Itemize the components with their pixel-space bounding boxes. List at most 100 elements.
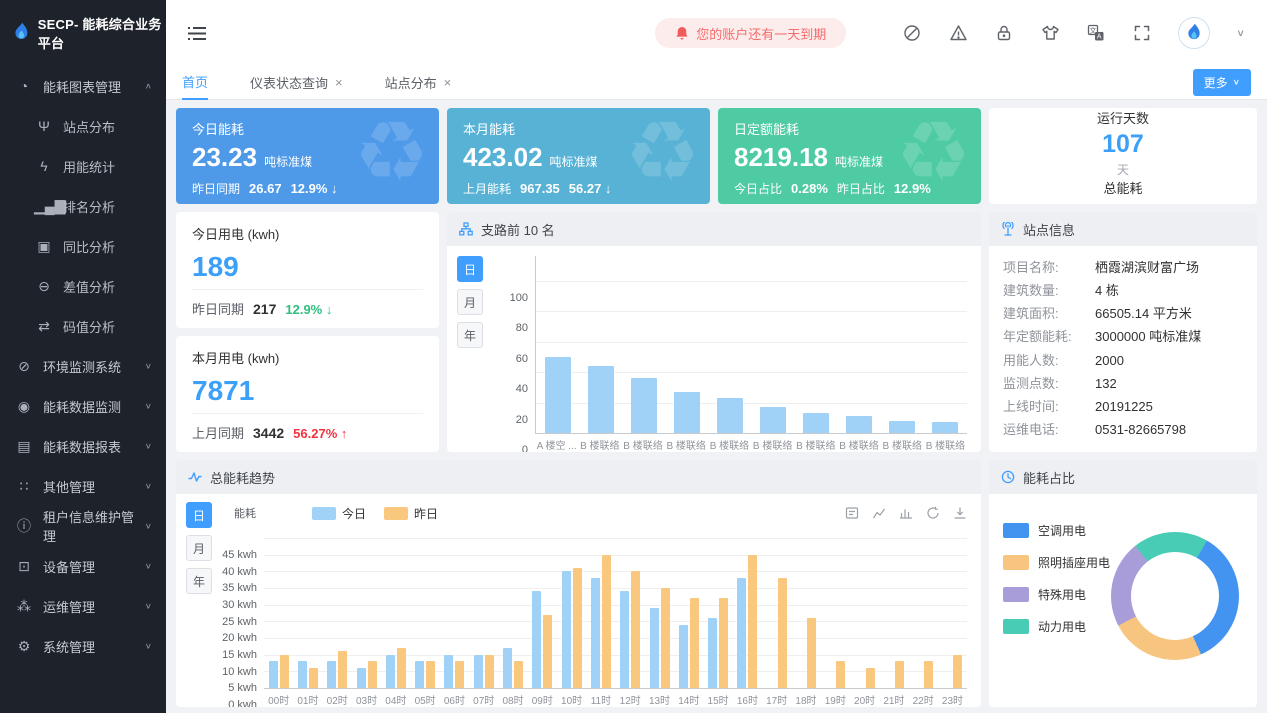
trend-bar-今日[interactable] xyxy=(444,655,453,688)
trend-bar-今日[interactable] xyxy=(474,655,483,688)
trend-bar-今日[interactable] xyxy=(269,661,278,688)
trend-bar-昨日[interactable] xyxy=(866,668,875,688)
branch-bar[interactable] xyxy=(674,392,700,433)
fullscreen-icon[interactable] xyxy=(1132,23,1152,43)
toggle-月[interactable]: 月 xyxy=(186,535,212,561)
branch-bar[interactable] xyxy=(803,413,829,433)
legend-item-今日[interactable]: 今日 xyxy=(312,505,366,522)
trend-bar-今日[interactable] xyxy=(415,661,424,688)
branch-bar[interactable] xyxy=(760,407,786,433)
tab-1[interactable]: 仪表状态查询× xyxy=(250,66,343,100)
trend-bar-昨日[interactable] xyxy=(690,598,699,688)
trend-bar-今日[interactable] xyxy=(327,661,336,688)
toggle-月[interactable]: 月 xyxy=(457,289,483,315)
account-expiry-alert[interactable]: 您的账户还有一天到期 xyxy=(655,18,846,48)
trend-bar-今日[interactable] xyxy=(532,591,541,688)
trend-bar-昨日[interactable] xyxy=(514,661,523,688)
sidebar-item-1[interactable]: ⊘环境监测系统∨ xyxy=(0,346,166,386)
trend-bar-昨日[interactable] xyxy=(543,615,552,688)
trend-bar-昨日[interactable] xyxy=(426,661,435,688)
branch-bar[interactable] xyxy=(588,366,614,433)
user-avatar[interactable] xyxy=(1178,17,1210,49)
trend-bar-今日[interactable] xyxy=(737,578,746,688)
legend-item-昨日[interactable]: 昨日 xyxy=(384,505,438,522)
language-icon[interactable]: A 文 xyxy=(1086,23,1106,43)
branch-bar[interactable] xyxy=(932,422,958,433)
donut-legend-item-空调用电[interactable]: 空调用电 xyxy=(1003,522,1110,539)
sidebar-subitem-码值分析[interactable]: ⇄码值分析 xyxy=(0,306,166,346)
trend-bar-今日[interactable] xyxy=(503,648,512,688)
data-view-icon[interactable] xyxy=(845,506,859,520)
tab-close-icon[interactable]: × xyxy=(444,75,452,90)
collapse-menu-icon[interactable] xyxy=(188,26,206,41)
energy-share-donut[interactable] xyxy=(1111,532,1239,660)
branch-bar[interactable] xyxy=(717,398,743,433)
trend-bar-昨日[interactable] xyxy=(455,661,464,688)
trend-bar-昨日[interactable] xyxy=(807,618,816,688)
trend-bar-今日[interactable] xyxy=(708,618,717,688)
theme-icon[interactable] xyxy=(902,23,922,43)
sidebar-item-7[interactable]: ⁂运维管理∨ xyxy=(0,586,166,626)
sidebar-subitem-用能统计[interactable]: ϟ用能统计 xyxy=(0,146,166,186)
sidebar-item-8[interactable]: ⚙系统管理∨ xyxy=(0,626,166,666)
branch-bar[interactable] xyxy=(889,421,915,433)
bar-chart-icon[interactable] xyxy=(899,506,913,520)
warning-icon[interactable] xyxy=(948,23,968,43)
trend-bar-今日[interactable] xyxy=(386,655,395,688)
toggle-日[interactable]: 日 xyxy=(186,502,212,528)
trend-bar-今日[interactable] xyxy=(591,578,600,688)
trend-bar-今日[interactable] xyxy=(298,661,307,688)
sidebar-item-0[interactable]: ◔能耗图表管理∧ xyxy=(0,66,166,106)
donut-legend-item-照明插座用电[interactable]: 照明插座用电 xyxy=(1003,554,1110,571)
trend-bar-今日[interactable] xyxy=(357,668,366,688)
sidebar-subitem-站点分布[interactable]: Ψ站点分布 xyxy=(0,106,166,146)
trend-bar-昨日[interactable] xyxy=(719,598,728,688)
trend-bar-昨日[interactable] xyxy=(953,655,962,688)
trend-bar-昨日[interactable] xyxy=(836,661,845,688)
more-button[interactable]: 更多 ∨ xyxy=(1193,69,1251,96)
trend-bar-昨日[interactable] xyxy=(485,655,494,688)
trend-bar-昨日[interactable] xyxy=(924,661,933,688)
trend-bar-昨日[interactable] xyxy=(631,571,640,688)
trend-bar-昨日[interactable] xyxy=(661,588,670,688)
trend-bar-昨日[interactable] xyxy=(573,568,582,688)
toggle-年[interactable]: 年 xyxy=(457,322,483,348)
trend-bar-昨日[interactable] xyxy=(602,555,611,688)
trend-bar-昨日[interactable] xyxy=(748,555,757,688)
trend-bar-今日[interactable] xyxy=(679,625,688,688)
sidebar-subitem-同比分析[interactable]: ▣同比分析 xyxy=(0,226,166,266)
sidebar-item-4[interactable]: ∷其他管理∨ xyxy=(0,466,166,506)
skin-icon[interactable] xyxy=(1040,23,1060,43)
trend-bar-昨日[interactable] xyxy=(895,661,904,688)
lock-icon[interactable] xyxy=(994,23,1014,43)
branch-bar[interactable] xyxy=(631,378,657,433)
user-menu-caret-icon[interactable]: ∨ xyxy=(1236,27,1245,38)
sidebar-item-6[interactable]: ⊡设备管理∨ xyxy=(0,546,166,586)
trend-bar-昨日[interactable] xyxy=(368,661,377,688)
trend-bar-昨日[interactable] xyxy=(338,651,347,688)
trend-bar-昨日[interactable] xyxy=(280,655,289,688)
tab-0[interactable]: 首页 xyxy=(182,66,208,100)
toggle-日[interactable]: 日 xyxy=(457,256,483,282)
branch-bar[interactable] xyxy=(545,357,571,433)
trend-bar-昨日[interactable] xyxy=(778,578,787,688)
sidebar-item-3[interactable]: ▤能耗数据报表∨ xyxy=(0,426,166,466)
sidebar-subitem-排名分析[interactable]: ▁▄▇排名分析 xyxy=(0,186,166,226)
sidebar-subitem-差值分析[interactable]: ⊖差值分析 xyxy=(0,266,166,306)
tab-close-icon[interactable]: × xyxy=(335,75,343,90)
refresh-icon[interactable] xyxy=(926,506,940,520)
branch-bar[interactable] xyxy=(846,416,872,433)
toggle-年[interactable]: 年 xyxy=(186,568,212,594)
line-chart-icon[interactable] xyxy=(872,506,886,520)
trend-bar-昨日[interactable] xyxy=(309,668,318,688)
trend-bar-今日[interactable] xyxy=(620,591,629,688)
donut-legend-item-动力用电[interactable]: 动力用电 xyxy=(1003,618,1110,635)
sidebar-item-2[interactable]: ◉能耗数据监测∨ xyxy=(0,386,166,426)
sidebar-item-5[interactable]: ⓘ租户信息维护管理∨ xyxy=(0,506,166,546)
trend-bar-今日[interactable] xyxy=(562,571,571,688)
tab-2[interactable]: 站点分布× xyxy=(385,66,452,100)
trend-bar-昨日[interactable] xyxy=(397,648,406,688)
trend-bar-今日[interactable] xyxy=(650,608,659,688)
download-icon[interactable] xyxy=(953,506,967,520)
donut-legend-item-特殊用电[interactable]: 特殊用电 xyxy=(1003,586,1110,603)
